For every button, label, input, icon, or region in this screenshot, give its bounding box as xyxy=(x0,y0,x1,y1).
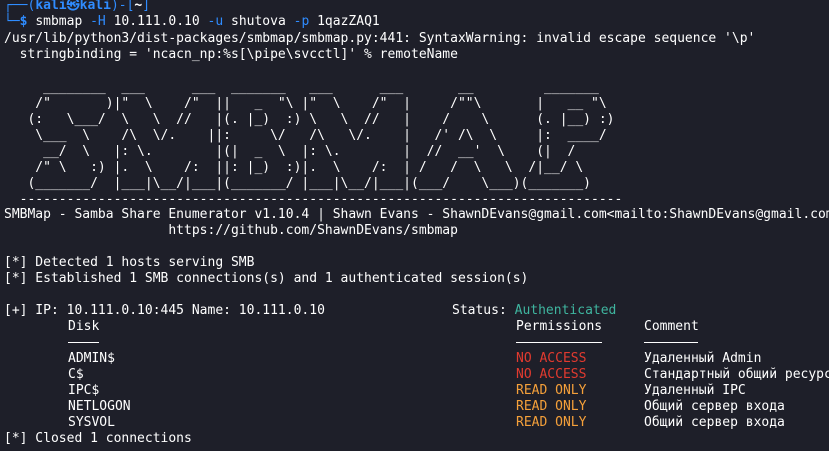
warning-line-2: stringbinding = 'ncacn_np:%s[\pipe\svcct… xyxy=(4,47,458,62)
command-flag-u: -u xyxy=(199,14,224,29)
header-comment: Comment xyxy=(644,319,699,334)
prompt-user-host: kali㉿kali xyxy=(35,0,111,13)
status-detected: [*] Detected 1 hosts serving SMB xyxy=(4,255,255,270)
header-permissions: Permissions xyxy=(516,319,603,334)
row-disk: SYSVOL xyxy=(68,415,115,430)
command-user: shutova xyxy=(223,14,286,29)
prompt-mid: )-[ xyxy=(110,0,135,13)
host-status-label: Status: xyxy=(452,303,515,318)
prompt-bracket-top: ┌──( xyxy=(4,0,36,13)
host-status: Status: Authenticated xyxy=(452,303,616,319)
row-comment: Стандартный общий ресурс xyxy=(644,367,829,382)
banner-url[interactable]: https://github.com/ShawnDEvans/smbmap xyxy=(4,223,458,239)
ascii-banner: ________ ___ ___ _______ ___ ___ __ ____… xyxy=(19,80,623,207)
row-disk: ADMIN$ xyxy=(68,351,115,366)
header-comment-underline xyxy=(644,342,698,343)
row-permissions: READ ONLY xyxy=(516,399,587,414)
status-closed: [*] Closed 1 connections xyxy=(4,431,192,446)
banner-title: SMBMap - Samba Share Enumerator v1.10.4 … xyxy=(4,207,829,222)
warning-line-1: /usr/lib/python3/dist-packages/smbmap/sm… xyxy=(4,31,756,46)
command-flag-p: -p xyxy=(285,14,310,29)
header-disk-underline xyxy=(68,342,99,343)
row-comment: Общий сервер входа xyxy=(644,399,785,414)
host-status-value: Authenticated xyxy=(514,303,617,318)
host-line: [+] IP: 10.111.0.10:445 Name: 10.111.0.1… xyxy=(4,303,325,318)
row-disk: C$ xyxy=(68,367,84,382)
command-pass: 1qazZAQ1 xyxy=(309,14,380,29)
header-permissions-underline xyxy=(516,342,602,343)
terminal-window[interactable]: ┌──(kali㉿kali)-[~] └─$ smbmap -H 10.111.… xyxy=(0,0,829,451)
prompt-bracket-bottom: └─ xyxy=(4,14,20,29)
row-permissions: NO ACCESS xyxy=(516,367,587,382)
status-established: [*] Established 1 SMB connections(s) and… xyxy=(4,271,529,286)
command-host: 10.111.0.10 xyxy=(105,14,200,29)
row-comment: Удаленный IPC xyxy=(644,383,746,398)
row-comment: Общий сервер входа xyxy=(644,415,785,430)
row-comment: Удаленный Admin xyxy=(644,351,762,366)
row-permissions: NO ACCESS xyxy=(516,351,587,366)
prompt-right: ] xyxy=(142,0,151,13)
command-flag-h: -H xyxy=(82,14,106,29)
command-line[interactable]: └─$ smbmap -H 10.111.0.10 -u shutova -p … xyxy=(4,14,380,30)
row-disk: NETLOGON xyxy=(68,399,131,414)
command-program: smbmap xyxy=(35,14,83,29)
row-disk: IPC$ xyxy=(68,383,100,398)
prompt-header: ┌──(kali㉿kali)-[~] xyxy=(4,0,150,14)
prompt-dollar: $ xyxy=(19,14,36,29)
row-permissions: READ ONLY xyxy=(516,415,587,430)
header-disk: Disk xyxy=(68,319,100,334)
row-permissions: READ ONLY xyxy=(516,383,587,398)
